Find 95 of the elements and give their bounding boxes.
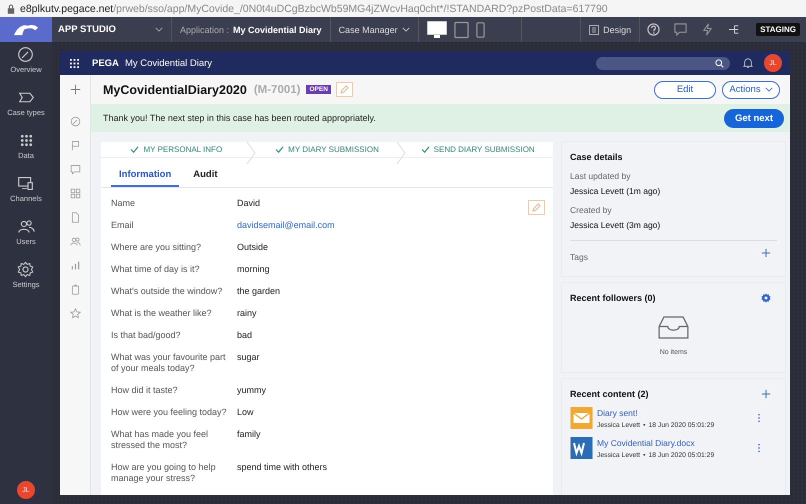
- bell-icon[interactable]: [743, 57, 753, 69]
- mail-icon: [570, 407, 593, 429]
- stage-step: SEND DIARY SUBMISSION: [402, 142, 554, 157]
- success-message: Thank you! The next step in this case has been routed appropriately.: [103, 113, 376, 123]
- star-icon[interactable]: [70, 308, 80, 319]
- users-icon[interactable]: [70, 236, 80, 247]
- field-value: Outside: [237, 242, 268, 253]
- field-value: sugar: [237, 352, 260, 364]
- edit-button[interactable]: Edit: [654, 80, 716, 98]
- field-value: yummy: [237, 385, 266, 396]
- app-logo[interactable]: [0, 17, 52, 42]
- stage-step: MY DIARY SUBMISSION: [252, 142, 402, 157]
- chat-icon[interactable]: [70, 164, 80, 175]
- content-link[interactable]: My Covidential Diary.docx: [597, 438, 753, 448]
- field-label: Email: [111, 220, 135, 231]
- checkmark-icon: [130, 146, 140, 153]
- field-value: Low: [237, 407, 254, 418]
- step-divider: [396, 142, 406, 164]
- search-icon: [715, 58, 724, 68]
- add-icon[interactable]: [761, 248, 771, 258]
- application-name: My Covidential Diary: [233, 24, 322, 34]
- field-value: family: [237, 429, 261, 441]
- checkmark-icon: [275, 146, 284, 153]
- case-id: (M-7001): [254, 84, 300, 96]
- card-title: Case details: [570, 152, 624, 162]
- chat-icon[interactable]: [674, 23, 688, 36]
- more-icon[interactable]: [757, 443, 761, 453]
- clipboard-icon[interactable]: [70, 284, 80, 295]
- field-value: morning: [237, 264, 270, 275]
- field-label: Is that bad/good?: [111, 330, 182, 341]
- pencil-icon: [340, 85, 349, 94]
- content-link[interactable]: Diary sent!: [597, 408, 753, 418]
- field-value: David: [237, 198, 260, 209]
- add-icon[interactable]: [70, 84, 80, 95]
- detail-label: Last updated by: [570, 171, 632, 181]
- detail-value: Jessica Levett (3m ago): [570, 220, 662, 230]
- step-divider: [246, 142, 256, 164]
- desktop-icon[interactable]: [426, 20, 447, 38]
- phone-icon[interactable]: [476, 20, 485, 38]
- field-label: Name: [111, 198, 136, 209]
- app-launcher-icon[interactable]: [70, 58, 79, 68]
- chevron-down-icon: [402, 27, 410, 32]
- add-icon[interactable]: [761, 389, 771, 399]
- field-label: What's outside the window?: [111, 286, 224, 297]
- field-label: What is the weather like?: [111, 308, 213, 319]
- document-icon[interactable]: [70, 212, 80, 223]
- devices-icon: [17, 175, 34, 192]
- design-icon: [589, 24, 600, 34]
- more-icon[interactable]: [757, 413, 761, 423]
- tags-label: Tags: [570, 252, 588, 262]
- grid-icon[interactable]: [70, 188, 80, 199]
- checkmark-icon: [420, 146, 430, 153]
- field-label: How did it taste?: [111, 385, 179, 396]
- card-title: Recent followers (0): [570, 293, 656, 303]
- email-link[interactable]: davidsemail@email.com: [237, 220, 335, 231]
- users-icon: [18, 218, 34, 235]
- field-label: How were you feeling today?: [111, 407, 228, 418]
- field-label: What time of day is it?: [111, 264, 201, 275]
- lightning-icon[interactable]: [701, 23, 714, 36]
- settings-icon[interactable]: [761, 293, 771, 303]
- card-title: Recent content (2): [570, 389, 649, 399]
- tablet-icon[interactable]: [454, 20, 469, 38]
- field-value: rainy: [237, 308, 257, 319]
- case-title: MyCovidentialDiary2020: [103, 82, 247, 96]
- pencil-icon: [532, 203, 541, 212]
- brand-name: PEGA: [92, 58, 119, 68]
- field-value: spend time with others: [237, 462, 328, 474]
- detail-label: Created by: [570, 205, 613, 215]
- portal-title: My Covidential Diary: [124, 58, 212, 68]
- field-value: the garden: [237, 286, 280, 297]
- empty-tray-icon: [658, 316, 689, 339]
- get-next-button[interactable]: Get next: [724, 108, 784, 128]
- gauge-icon: [17, 46, 34, 63]
- field-label: How are you going to help manage your stress?: [111, 462, 217, 484]
- lock-icon: [7, 4, 15, 14]
- chevron-down-icon: [155, 27, 163, 32]
- application-label: Application :: [180, 24, 230, 34]
- field-label: What was your favourite part of your meals today?: [111, 352, 227, 374]
- settings-icon: [17, 261, 34, 278]
- environment-badge: STAGING: [756, 23, 800, 36]
- gauge-icon[interactable]: [70, 116, 80, 127]
- actions-button[interactable]: Actions: [722, 80, 780, 98]
- flag-icon[interactable]: [70, 140, 80, 151]
- field-label: Where are you sitting?: [111, 242, 202, 253]
- tab[interactable]: Audit: [185, 166, 226, 187]
- bar-chart-icon[interactable]: [70, 260, 80, 271]
- word-document-icon: [570, 437, 593, 459]
- help-icon[interactable]: [647, 23, 660, 36]
- chevron-down-icon: [764, 87, 773, 92]
- field-label: What has made you feel stressed the most?: [111, 429, 210, 451]
- detail-value: Jessica Levett (1m ago): [570, 186, 662, 196]
- search-field[interactable]: [596, 56, 730, 70]
- stage-step: MY PERSONAL INFO: [101, 142, 252, 157]
- tab[interactable]: Information: [111, 166, 180, 187]
- field-value: bad: [237, 330, 252, 341]
